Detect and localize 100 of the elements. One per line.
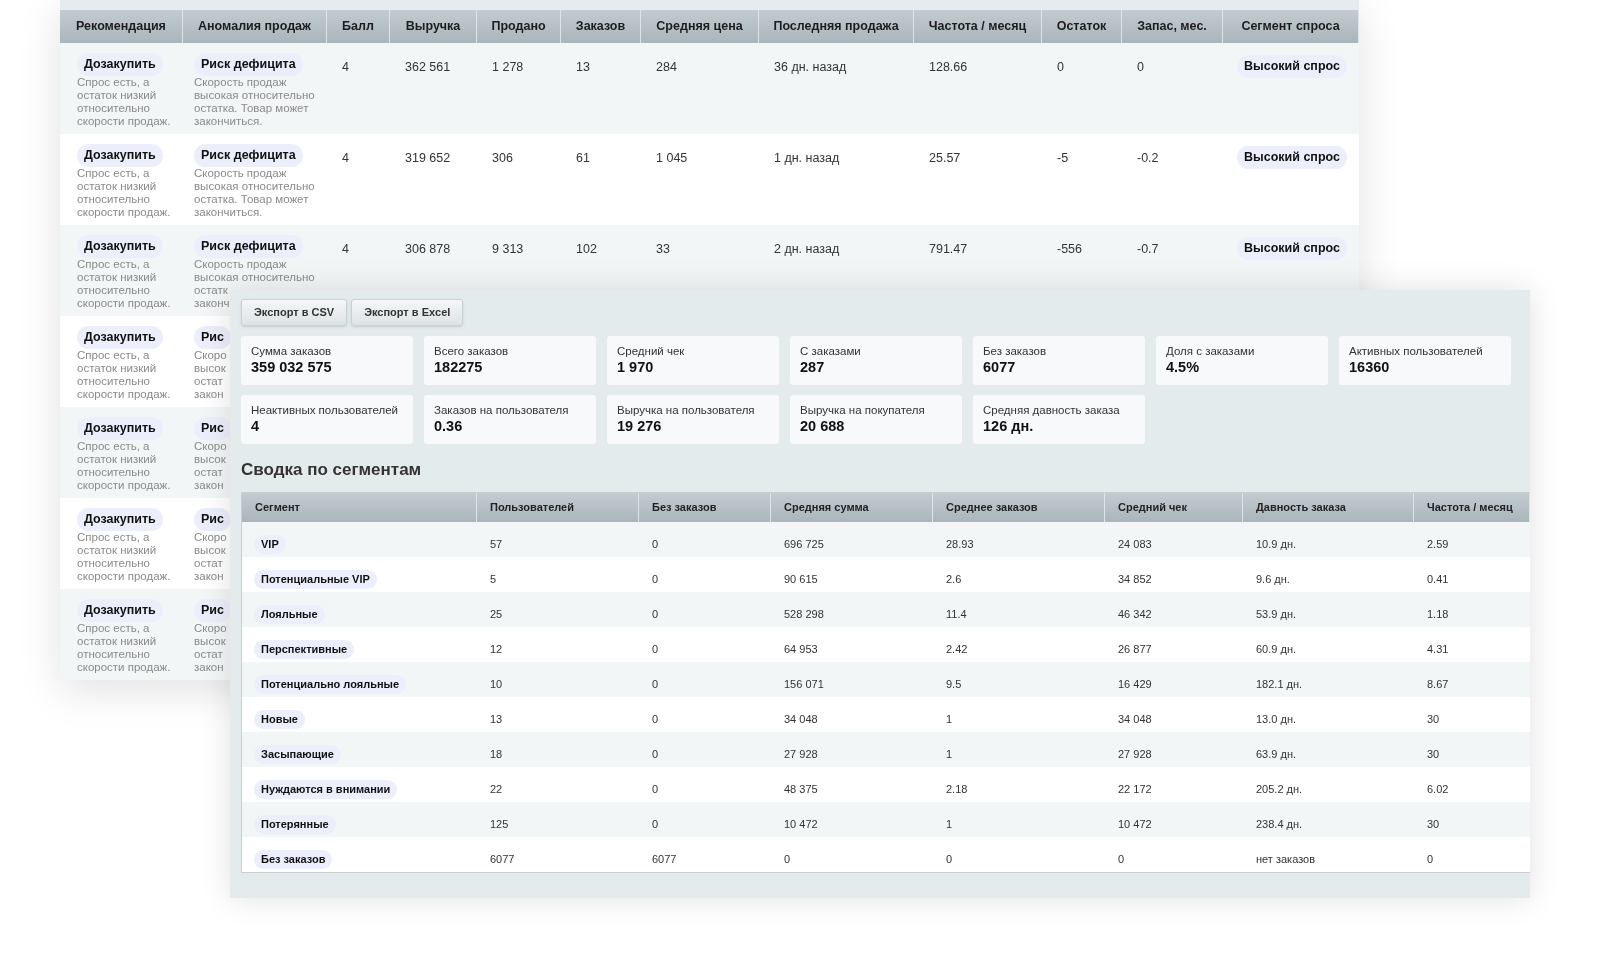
export-button[interactable]: Экспорт в Excel (351, 299, 464, 326)
table-cell: 34 048 (784, 713, 818, 725)
anomaly-note: Скоро высок остат закон (194, 621, 227, 674)
table-cell: 0 (652, 538, 659, 550)
table-cell: 64 953 (784, 643, 818, 655)
stat-label: Сумма заказов (251, 344, 332, 358)
stat-value: 0.36 (434, 417, 463, 435)
stat-value: 182275 (434, 358, 483, 376)
stat-label: Заказов на пользователя (434, 403, 569, 417)
table-cell: 90 615 (784, 573, 818, 585)
table-cell: 13.0 дн. (1256, 713, 1296, 725)
segment-tag: Без заказов (254, 850, 333, 869)
export-button[interactable]: Экспорт в CSV (241, 299, 348, 326)
table-cell: 16 429 (1118, 678, 1152, 690)
table-cell: 0 (652, 573, 659, 585)
table-cell: 0 (652, 818, 659, 830)
table-cell: 30 (1427, 818, 1440, 830)
stat-value: 6077 (983, 358, 1016, 376)
table-cell: 11.4 (946, 608, 967, 620)
recommendation-tag: Дозакупить (77, 53, 163, 76)
table-cell: 362 561 (405, 60, 451, 74)
anomaly-note: Скорость продаж высокая относительно остатка. Товар может закончиться. (194, 75, 315, 128)
table-cell: 12 (490, 643, 503, 655)
segment-tag: Лояльные (254, 605, 325, 624)
recommendation-tag: Дозакупить (77, 508, 163, 531)
recommendation-tag: Дозакупить (77, 144, 163, 167)
stat-value: 287 (800, 358, 825, 376)
table-cell: 48 375 (784, 783, 818, 795)
table-cell: 0 (652, 748, 659, 760)
table-cell: 63.9 дн. (1256, 748, 1296, 760)
stat-label: Средняя давность заказа (983, 403, 1120, 417)
table-cell: 1 (946, 748, 953, 760)
table-cell: 319 652 (405, 151, 451, 165)
table-cell: 2 дн. назад (774, 242, 840, 256)
table-cell: 1 (946, 818, 953, 830)
table-cell: 22 172 (1118, 783, 1152, 795)
table-cell: 9 313 (492, 242, 524, 256)
stat-label: Всего заказов (434, 344, 509, 358)
table-cell: 0 (652, 643, 659, 655)
table-cell: 26 877 (1118, 643, 1152, 655)
table-cell: 238.4 дн. (1256, 818, 1303, 830)
stat-value: 126 дн. (983, 417, 1034, 435)
table-cell: 6077 (490, 853, 515, 865)
recommendation-note: Спрос есть, а остаток низкий относительно скорости продаж. (77, 257, 171, 310)
stat-label: Без заказов (983, 344, 1047, 358)
table-cell: 0 (1118, 853, 1125, 865)
table-cell: 0 (1137, 60, 1144, 74)
table-cell: 33 (656, 242, 670, 256)
table-cell: 0 (652, 783, 659, 795)
table-cell: 10 (490, 678, 503, 690)
segment-tag: Потерянные (254, 815, 336, 834)
stat-value: 359 032 575 (251, 358, 332, 376)
segment-tag: Высокий спрос (1237, 146, 1347, 169)
anomaly-note: Скорость продаж высокая относительно остатка. Товар может закончиться. (194, 166, 315, 219)
table-cell: 5 (490, 573, 497, 585)
recommendation-tag: Дозакупить (77, 599, 163, 622)
anomaly-note: Скоро высок остат закон (194, 348, 227, 401)
anomaly-tag: Рис (194, 326, 231, 349)
table-cell: 306 (492, 151, 513, 165)
stat-value: 20 688 (800, 417, 845, 435)
table-cell: 2.6 (946, 573, 962, 585)
stat-label: Выручка на покупателя (800, 403, 925, 417)
table-cell: -0.7 (1137, 242, 1159, 256)
anomaly-note: Скоро высок остат закон (194, 439, 227, 492)
table-cell: 0 (784, 853, 791, 865)
table-cell: 27 928 (1118, 748, 1152, 760)
table-cell: 2.18 (946, 783, 968, 795)
table-cell: 34 048 (1118, 713, 1152, 725)
recommendation-note: Спрос есть, а остаток низкий относительно скорости продаж. (77, 621, 171, 674)
recommendation-note: Спрос есть, а остаток низкий относительно скорости продаж. (77, 530, 171, 583)
table-cell: 6.02 (1427, 783, 1449, 795)
table-cell: 0.41 (1427, 573, 1449, 585)
recommendation-tag: Дозакупить (77, 235, 163, 258)
anomaly-tag: Риск дефицита (194, 235, 303, 258)
table-cell: 791.47 (929, 242, 968, 256)
table-cell: 4 (342, 151, 349, 165)
stat-label: Доля с заказами (1166, 344, 1255, 358)
recommendation-note: Спрос есть, а остаток низкий относительно скорости продаж. (77, 75, 171, 128)
table-cell: 46 342 (1118, 608, 1152, 620)
table-cell: 60.9 дн. (1256, 643, 1296, 655)
table-cell: 34 852 (1118, 573, 1152, 585)
table-cell: 4.31 (1427, 643, 1449, 655)
table-cell: 0 (946, 853, 953, 865)
segment-tag: Потенциально лояльные (254, 675, 407, 694)
table-cell: -556 (1057, 242, 1083, 256)
table-cell: 0 (652, 713, 659, 725)
table-cell: 128.66 (929, 60, 968, 74)
table-cell: 8.67 (1427, 678, 1449, 690)
recommendation-note: Спрос есть, а остаток низкий относительно скорости продаж. (77, 166, 171, 219)
table-cell: 6077 (652, 853, 677, 865)
stat-value: 1 970 (617, 358, 654, 376)
table-cell: 4 (342, 60, 349, 74)
table-cell: 156 071 (784, 678, 824, 690)
table-cell: 182.1 дн. (1256, 678, 1303, 690)
table-cell: 25 (490, 608, 503, 620)
table-cell: 25.57 (929, 151, 961, 165)
table-cell: 102 (576, 242, 597, 256)
anomaly-tag: Рис (194, 508, 231, 531)
segment-tag: Засыпающие (254, 745, 341, 764)
table-cell: 1 дн. назад (774, 151, 840, 165)
